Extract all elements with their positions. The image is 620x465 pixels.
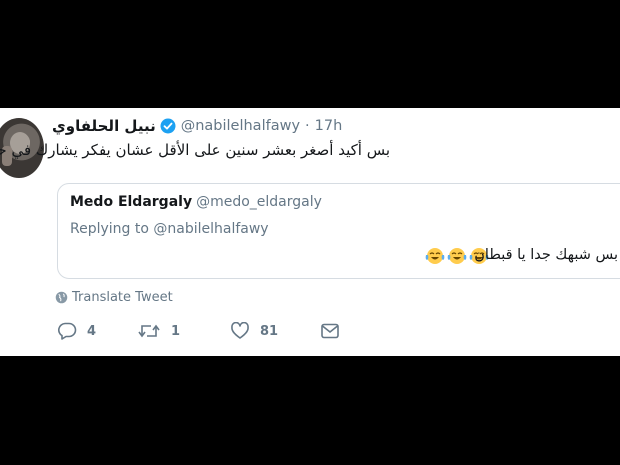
reply-count: 4 [87,323,97,339]
reply-button[interactable]: 4 [57,322,137,340]
tweet-card: نبيل الحلفاوي @nabilelhalfawy · 17h بس أ… [0,108,620,356]
tweet-actions: 4 1 81 [57,322,340,340]
tears-of-joy-icon [447,248,467,264]
tweet-header: نبيل الحلفاوي @nabilelhalfawy · 17h [52,117,342,135]
author-handle[interactable]: @nabilelhalfawy [181,118,300,134]
retweet-icon [137,322,161,340]
like-button[interactable]: 81 [230,322,320,340]
quoted-author-name: Medo Eldargaly [70,194,193,210]
tweet-text-content: بس أكيد أصغر بعشر سنين على الأقل عشان يف… [0,141,390,159]
quoted-author-handle: @medo_eldargaly [196,194,322,210]
tweet-text: بس أكيد أصغر بعشر سنين على الأقل عشان يف… [0,141,390,159]
quoted-tweet-text: بس شبهك جدا يا قبطان [474,247,618,263]
verified-badge-icon [160,118,176,134]
tears-of-joy-icon [425,248,445,264]
quoted-author: Medo Eldargaly @medo_eldargaly [70,194,322,210]
reply-icon [57,322,77,340]
retweet-count: 1 [171,323,181,339]
author-name[interactable]: نبيل الحلفاوي [52,117,156,135]
retweet-button[interactable]: 1 [137,322,230,340]
like-count: 81 [260,323,279,339]
direct-message-button[interactable] [320,322,340,340]
translate-tweet-label: Translate Tweet [72,290,173,305]
heart-icon [230,322,250,340]
quoted-tweet[interactable]: Medo Eldargaly @medo_eldargaly Replying t… [57,183,620,279]
globe-icon [55,291,68,304]
tweet-timestamp[interactable]: 17h [315,118,343,134]
replying-to: Replying to @nabilelhalfawy [70,221,269,237]
envelope-icon [320,322,340,340]
translate-tweet-link[interactable]: Translate Tweet [55,290,173,305]
separator-dot: · [305,118,310,134]
